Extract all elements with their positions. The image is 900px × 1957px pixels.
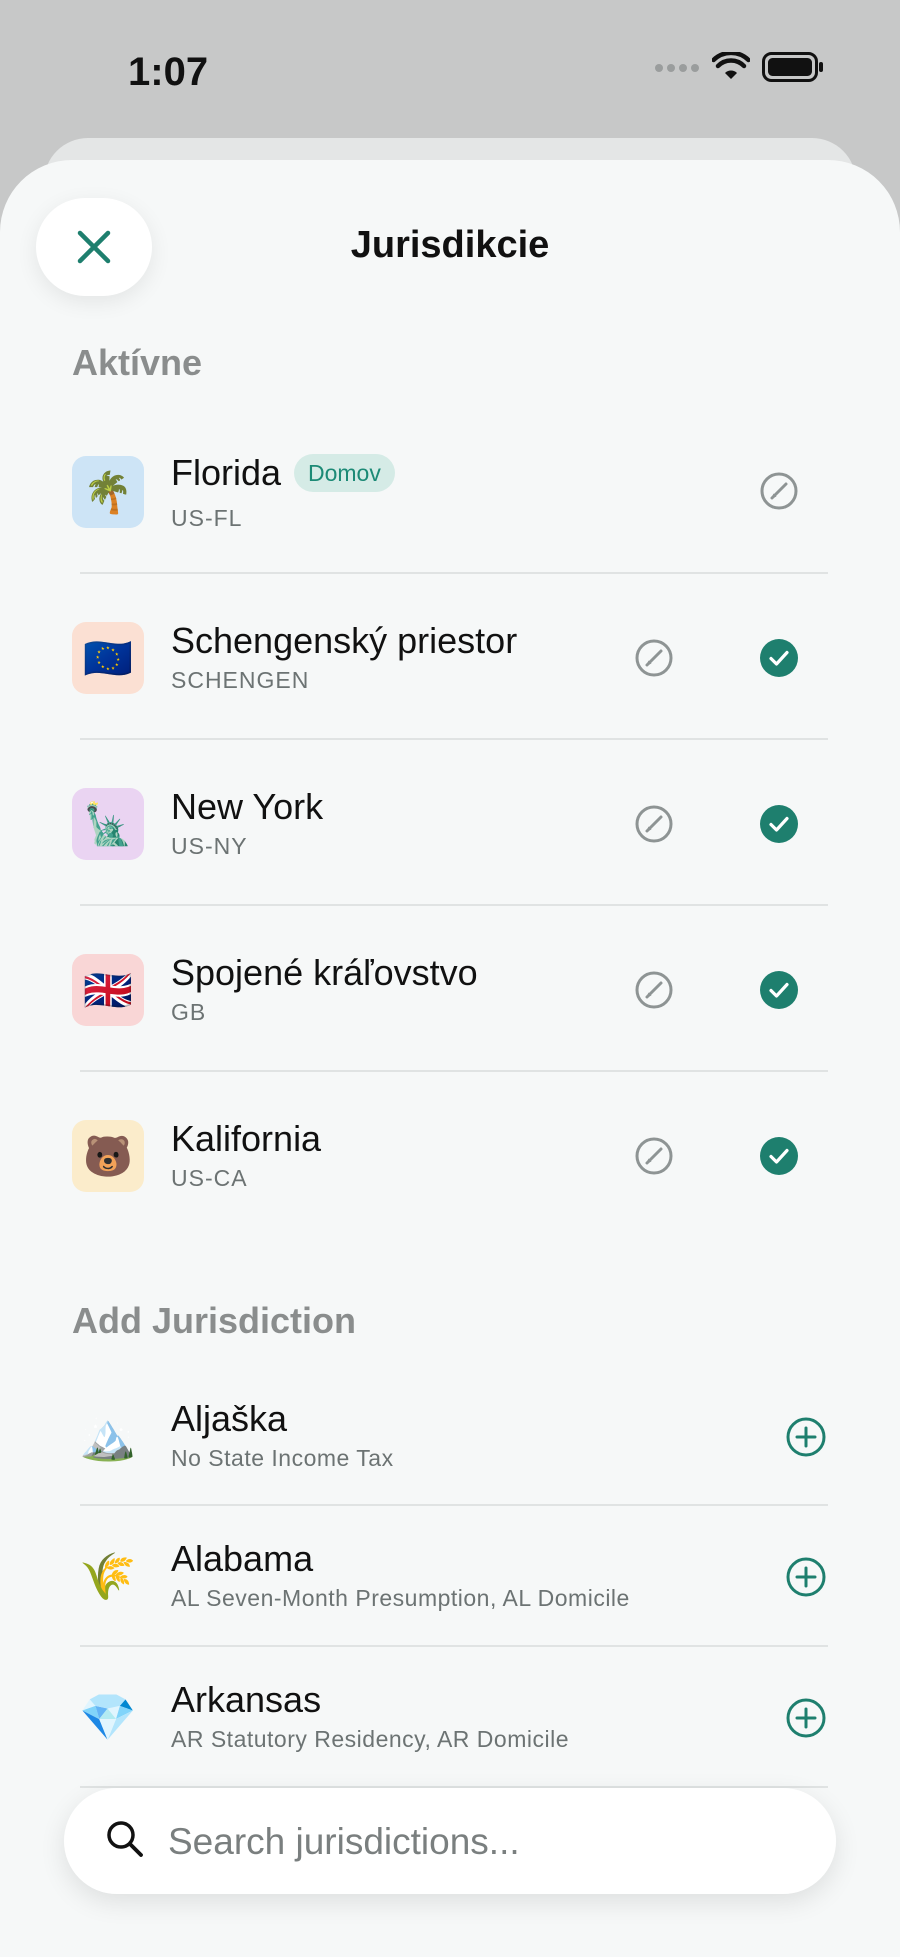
pencil-circle-icon xyxy=(760,472,798,510)
pencil-circle-icon xyxy=(635,1137,673,1175)
jurisdictions-sheet: Jurisdikcie Aktívne 🌴 Florida Domov US-F… xyxy=(0,160,900,1957)
statue-of-liberty-icon: 🗽 xyxy=(72,788,144,860)
battery-icon xyxy=(762,52,824,87)
jurisdiction-code: US-CA xyxy=(171,1165,248,1191)
add-section-title: Add Jurisdiction xyxy=(72,1300,357,1341)
signal-dots-icon xyxy=(654,61,700,79)
jurisdiction-code: GB xyxy=(171,999,207,1025)
status-time: 1:07 xyxy=(128,50,209,94)
jurisdiction-name: Spojené kráľovstvo xyxy=(171,952,478,993)
active-toggle[interactable] xyxy=(758,803,800,845)
checkmark-circle-icon xyxy=(760,639,798,677)
search-input[interactable] xyxy=(166,1810,790,1874)
edit-button[interactable] xyxy=(633,637,675,679)
jurisdiction-code: US-NY xyxy=(171,833,248,859)
divider xyxy=(80,1070,828,1072)
active-toggle[interactable] xyxy=(758,1135,800,1177)
eu-flag-icon: 🇪🇺 xyxy=(72,622,144,694)
divider xyxy=(80,904,828,906)
home-badge: Domov xyxy=(294,454,395,492)
checkmark-circle-icon xyxy=(760,971,798,1009)
palm-tree-icon: 🌴 xyxy=(72,456,144,528)
jurisdiction-name: Alabama xyxy=(171,1538,314,1579)
plus-circle-icon xyxy=(786,1417,826,1457)
jurisdiction-name: Florida xyxy=(171,452,282,493)
active-section-title: Aktívne xyxy=(72,342,203,383)
search-bar[interactable] xyxy=(64,1788,836,1894)
bear-icon: 🐻 xyxy=(72,1120,144,1192)
active-toggle[interactable] xyxy=(758,637,800,679)
jurisdiction-code: US-FL xyxy=(171,505,243,531)
jurisdiction-description: AL Seven-Month Presumption, AL Domicile xyxy=(171,1585,630,1611)
jurisdiction-name: Schengenský priestor xyxy=(171,620,518,661)
edit-button[interactable] xyxy=(633,1135,675,1177)
divider xyxy=(80,1504,828,1506)
jurisdiction-name: New York xyxy=(171,786,324,827)
status-bar: 1:07 xyxy=(0,0,900,140)
add-button[interactable] xyxy=(784,1555,828,1599)
jurisdiction-name: Aljaška xyxy=(171,1398,288,1439)
jurisdiction-description: No State Income Tax xyxy=(171,1445,394,1471)
jurisdiction-name: Arkansas xyxy=(171,1679,322,1720)
plus-circle-icon xyxy=(786,1698,826,1738)
sheet-title: Jurisdikcie xyxy=(350,224,550,266)
divider xyxy=(80,1645,828,1647)
pencil-circle-icon xyxy=(635,639,673,677)
checkmark-circle-icon xyxy=(760,805,798,843)
edit-button[interactable] xyxy=(633,803,675,845)
checkmark-circle-icon xyxy=(760,1137,798,1175)
rice-icon: 🌾 xyxy=(79,1549,137,1602)
edit-button[interactable] xyxy=(758,470,800,512)
plus-circle-icon xyxy=(786,1557,826,1597)
status-icons xyxy=(654,50,824,87)
edit-button[interactable] xyxy=(633,969,675,1011)
jurisdiction-name: Kalifornia xyxy=(171,1118,322,1159)
uk-flag-icon: 🇬🇧 xyxy=(72,954,144,1026)
jurisdiction-code: SCHENGEN xyxy=(171,667,310,693)
divider xyxy=(80,572,828,574)
add-button[interactable] xyxy=(784,1696,828,1740)
divider xyxy=(80,738,828,740)
active-toggle[interactable] xyxy=(758,969,800,1011)
search-icon xyxy=(104,1818,146,1865)
pencil-circle-icon xyxy=(635,805,673,843)
add-button[interactable] xyxy=(784,1415,828,1459)
jurisdiction-description: AR Statutory Residency, AR Domicile xyxy=(171,1726,569,1752)
wifi-icon xyxy=(711,50,751,87)
pencil-circle-icon xyxy=(635,971,673,1009)
mountain-icon: 🏔️ xyxy=(79,1409,137,1462)
gem-icon: 💎 xyxy=(79,1690,137,1743)
